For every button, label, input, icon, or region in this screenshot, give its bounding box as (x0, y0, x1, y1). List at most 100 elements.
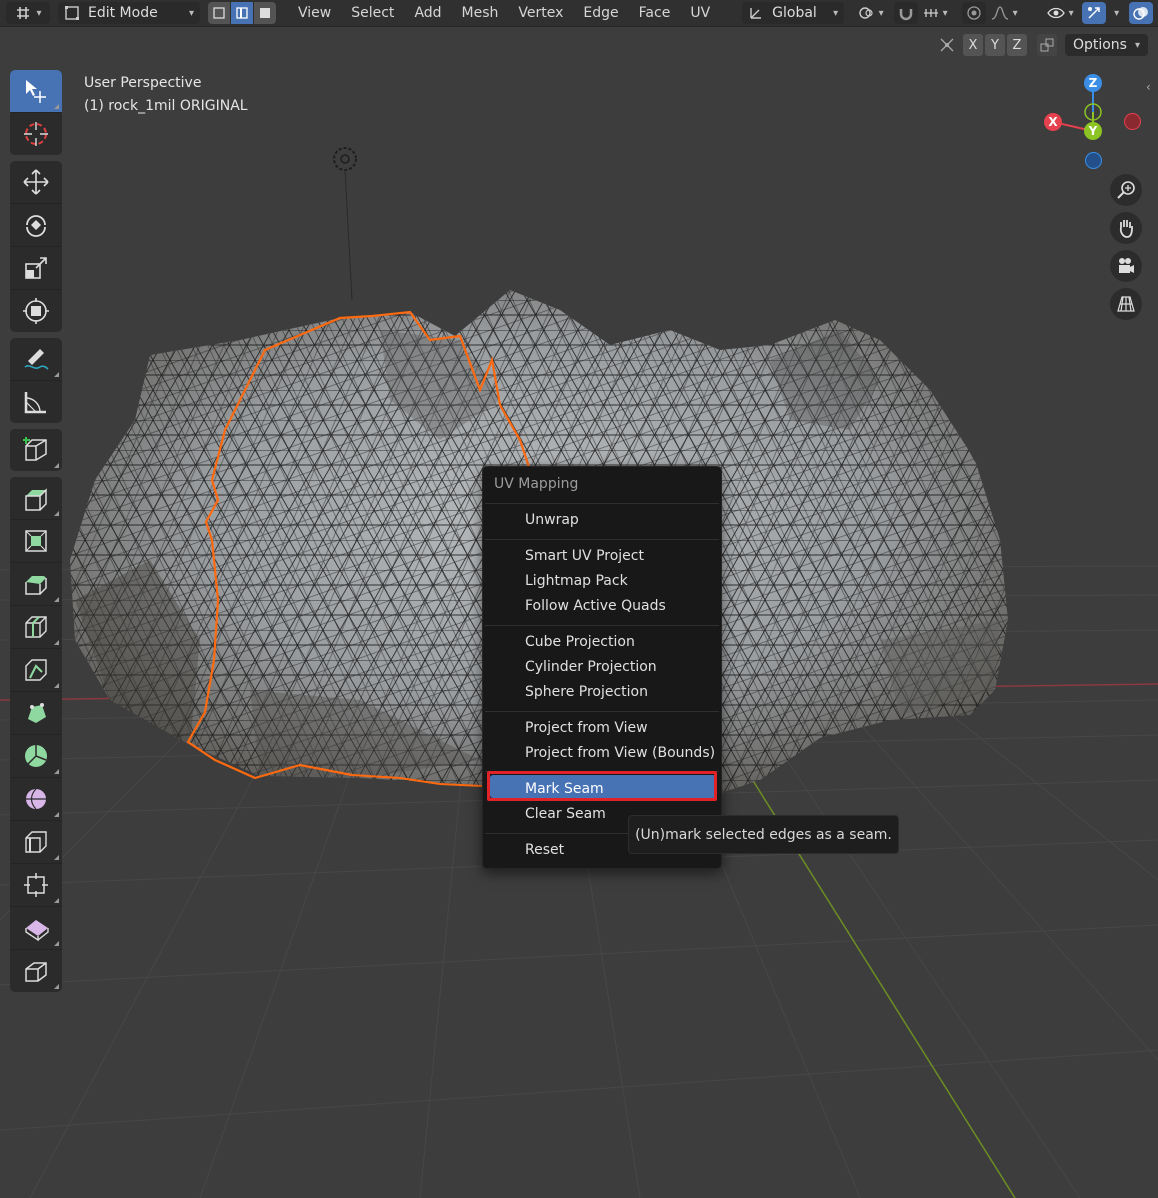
zoom-magnifier-icon (1117, 181, 1135, 199)
vertex-select-button[interactable] (208, 2, 231, 24)
menu-separator (485, 711, 719, 712)
edit-mode-icon (65, 6, 79, 20)
chevron-down-icon: ▾ (1068, 7, 1074, 19)
orientation-icon (750, 8, 762, 19)
zoom-button[interactable] (1110, 174, 1142, 206)
menu-item-follow-active-quads[interactable]: Follow Active Quads (525, 598, 666, 614)
tool-add-cube[interactable] (10, 429, 62, 471)
transform-orientation-dropdown[interactable]: Global ▾ (742, 2, 845, 24)
face-select-button[interactable] (254, 2, 276, 24)
tool-transform[interactable] (10, 290, 62, 332)
tool-shrink-fatten[interactable] (10, 864, 62, 907)
gizmo-toggle[interactable] (1082, 2, 1107, 24)
menu-item-cube-projection[interactable]: Cube Projection (525, 634, 635, 650)
menu-item-smart-uv-project[interactable]: Smart UV Project (525, 548, 644, 564)
chevron-down-icon: ▾ (833, 7, 839, 19)
hand-icon (1119, 220, 1133, 238)
menu-view[interactable]: View (288, 2, 341, 24)
mode-dropdown[interactable]: Edit Mode ▾ (58, 2, 200, 24)
menu-item-cylinder-projection[interactable]: Cylinder Projection (525, 659, 657, 675)
falloff-dropdown[interactable]: ▾ (986, 2, 1022, 24)
tool-shear[interactable] (10, 907, 62, 950)
tool-rip-region[interactable] (10, 950, 62, 992)
edge-select-button[interactable] (231, 2, 254, 24)
tool-cursor[interactable] (10, 113, 62, 155)
mirror-y-button[interactable]: Y (984, 34, 1005, 56)
transform-icon (23, 298, 49, 324)
proportional-edit-icon (967, 6, 981, 20)
menu-item-project-from-view[interactable]: Project from View (525, 720, 648, 736)
mirror-z-button[interactable]: Z (1006, 34, 1027, 56)
falloff-curve-icon (991, 6, 1008, 20)
menu-vertex[interactable]: Vertex (508, 2, 573, 24)
menu-face[interactable]: Face (629, 2, 681, 24)
menu-mesh[interactable]: Mesh (452, 2, 509, 24)
chevron-down-icon: ▾ (942, 7, 948, 19)
pan-button[interactable] (1110, 212, 1142, 244)
proportional-edit-toggle[interactable] (962, 2, 987, 24)
perspective-toggle-button[interactable] (1110, 288, 1142, 320)
tool-knife[interactable] (10, 649, 62, 692)
tool-move[interactable] (10, 161, 62, 204)
tool-rotate[interactable] (10, 204, 62, 247)
visibility-dropdown[interactable]: ▾ (1042, 2, 1078, 24)
loop-cut-icon (25, 616, 47, 638)
menu-add[interactable]: Add (404, 2, 451, 24)
scale-icon (25, 257, 47, 279)
smooth-icon (26, 788, 46, 810)
rotate-icon (26, 215, 46, 237)
menu-item-unwrap[interactable]: Unwrap (525, 512, 579, 528)
snap-toggle[interactable] (894, 2, 919, 24)
orientation-label: Global (772, 5, 817, 21)
navigation-gizmo[interactable]: Z X Y (1040, 70, 1150, 180)
menu-item-project-from-view-bounds[interactable]: Project from View (Bounds) (525, 745, 715, 761)
editor-type-button[interactable]: ▾ (6, 2, 50, 24)
tool-bevel[interactable] (10, 563, 62, 606)
tool-annotate[interactable] (10, 338, 62, 381)
tool-edge-slide[interactable] (10, 821, 62, 864)
tool-inset[interactable] (10, 520, 62, 563)
ruler-icon (24, 392, 46, 414)
gizmo-y-axis[interactable]: Y (1084, 122, 1102, 140)
tool-select-box[interactable] (10, 70, 62, 113)
spin-icon (25, 745, 47, 767)
menu-item-sphere-projection[interactable]: Sphere Projection (525, 684, 648, 700)
chevron-down-icon: ▾ (878, 7, 884, 19)
tool-loop-cut[interactable] (10, 606, 62, 649)
options-dropdown[interactable]: Options ▾ (1064, 34, 1148, 56)
menu-item-lightmap-pack[interactable]: Lightmap Pack (525, 573, 628, 589)
gizmo-z-axis[interactable]: Z (1084, 74, 1102, 92)
camera-view-button[interactable] (1110, 250, 1142, 282)
inset-icon (25, 530, 47, 552)
menu-select[interactable]: Select (341, 2, 404, 24)
gizmo-neg-x-axis[interactable] (1124, 113, 1141, 130)
tool-spin[interactable] (10, 735, 62, 778)
pivot-icon (858, 7, 873, 19)
menu-uv[interactable]: UV (680, 2, 720, 24)
gizmo-x-axis[interactable]: X (1044, 113, 1062, 131)
tool-scale[interactable] (10, 247, 62, 290)
vertex-select-icon (213, 7, 225, 19)
chevron-down-icon: ▾ (188, 7, 194, 19)
mirror-x-button[interactable]: X (962, 34, 983, 56)
tool-extrude[interactable] (10, 477, 62, 520)
menu-item-clear-seam[interactable]: Clear Seam (525, 806, 606, 822)
overlays-toggle[interactable] (1129, 2, 1154, 24)
active-object-label: (1) rock_1mil ORIGINAL (84, 98, 248, 114)
auto-merge-button[interactable] (1036, 34, 1057, 56)
tool-measure[interactable] (10, 381, 62, 423)
menu-title: UV Mapping (494, 476, 579, 492)
gizmo-neg-z-axis[interactable] (1085, 152, 1102, 169)
tool-poly-build[interactable] (10, 692, 62, 735)
snap-target-dropdown[interactable]: ▾ (918, 2, 952, 24)
pivot-point-button[interactable]: ▾ (852, 2, 888, 24)
tool-smooth[interactable] (10, 778, 62, 821)
snap-increment-icon (923, 9, 938, 17)
chevron-down-icon: ▾ (36, 7, 42, 19)
menu-item-reset[interactable]: Reset (525, 842, 564, 858)
eye-icon (1046, 7, 1065, 19)
mode-label: Edit Mode (88, 5, 158, 21)
options-label: Options (1072, 37, 1127, 53)
menu-edge[interactable]: Edge (573, 2, 628, 24)
gizmo-dropdown-chevron-icon[interactable]: ▾ (1114, 8, 1119, 19)
